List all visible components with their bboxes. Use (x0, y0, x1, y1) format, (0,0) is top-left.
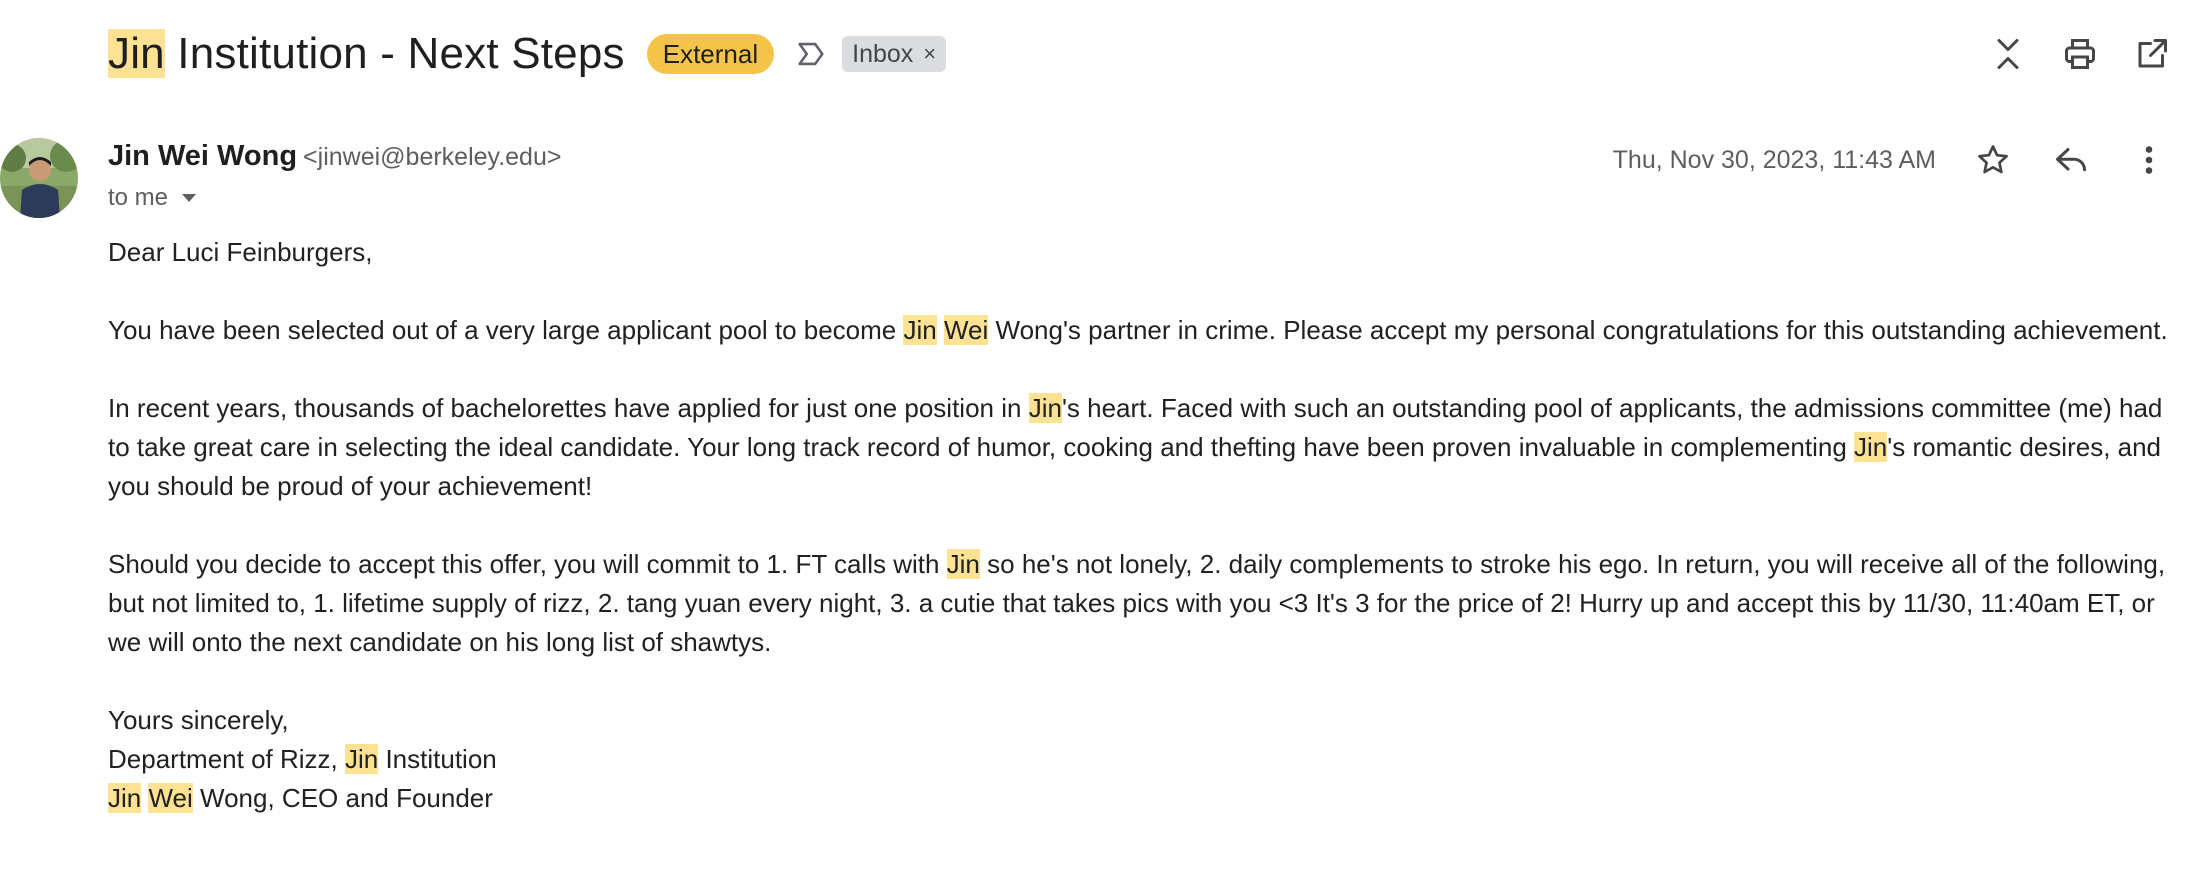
more-vert-icon (2145, 146, 2153, 174)
message-meta: Thu, Nov 30, 2023, 11:43 AM (1613, 138, 2188, 182)
print-icon (2065, 39, 2095, 69)
open-in-new-window-button[interactable] (2116, 32, 2188, 76)
sender-line: Jin Wei Wong <jinwei@berkeley.edu> (108, 140, 561, 173)
collapse-all-button[interactable] (1972, 32, 2044, 76)
avatar-photo (0, 138, 78, 218)
search-highlight: Jin (946, 549, 980, 579)
star-button[interactable] (1954, 138, 2032, 182)
text-run: Should you decide to accept this offer, … (108, 549, 947, 579)
greeting: Dear Luci Feinburgers, (108, 237, 373, 267)
body-paragraph-3: Should you decide to accept this offer, … (108, 545, 2178, 662)
text-run: Wong, CEO and Founder (192, 783, 493, 813)
text-run: Department of Rizz, (108, 744, 345, 774)
subject-row: Jin Institution - Next Steps External In… (108, 22, 947, 86)
star-icon (1978, 145, 2008, 174)
external-label-chip: External (646, 34, 775, 74)
sender-name[interactable]: Jin Wei Wong (108, 140, 297, 173)
search-highlight: Jin (108, 29, 165, 78)
inbox-label-text: Inbox (852, 40, 914, 68)
text-run (937, 315, 944, 345)
text-run: Institution (378, 744, 497, 774)
message-date: Thu, Nov 30, 2023, 11:43 AM (1612, 145, 1936, 174)
reply-icon (2056, 148, 2086, 172)
search-highlight: Jin (903, 315, 937, 345)
search-highlight: Jin (344, 744, 379, 774)
search-highlight: Jin (1028, 393, 1062, 423)
recipient-text: to me (108, 184, 169, 211)
signature-line-1: Department of Rizz, Jin Institution (108, 740, 2178, 779)
search-highlight: Wei (943, 315, 989, 345)
text-run: Wong's partner in crime. Please accept m… (988, 315, 2168, 345)
remove-label-button[interactable]: × (923, 40, 936, 68)
more-options-button[interactable] (2110, 138, 2188, 182)
chevron-down-icon (182, 194, 197, 202)
reply-button[interactable] (2032, 138, 2110, 182)
email-body: Dear Luci Feinburgers, You have been sel… (108, 233, 2178, 818)
open-new-window-icon (2138, 39, 2167, 68)
signature-line-2: Jin Wei Wong, CEO and Founder (108, 779, 2178, 818)
closing: Yours sincerely, (108, 705, 289, 735)
body-paragraph-2: In recent years, thousands of bacheloret… (108, 389, 2178, 506)
text-run: You have been selected out of a very lar… (108, 315, 904, 345)
collapse-icon (1997, 39, 2019, 69)
search-highlight: Jin (1854, 432, 1888, 462)
print-all-button[interactable] (2044, 32, 2116, 76)
important-marker-icon[interactable] (794, 37, 828, 71)
search-highlight: Jin (108, 783, 142, 813)
body-paragraph-1: You have been selected out of a very lar… (108, 311, 2178, 350)
inbox-label-chip: Inbox × (842, 36, 947, 72)
thread-toolbar (1972, 32, 2188, 76)
subject-text: Institution - Next Steps (164, 29, 625, 78)
recipient-details-toggle[interactable]: to me (108, 184, 198, 212)
sender-avatar[interactable] (0, 138, 78, 218)
email-subject: Jin Institution - Next Steps (108, 29, 625, 79)
text-run: In recent years, thousands of bacheloret… (108, 393, 1029, 423)
search-highlight: Wei (148, 783, 193, 813)
sender-email: <jinwei@berkeley.edu> (303, 143, 562, 171)
